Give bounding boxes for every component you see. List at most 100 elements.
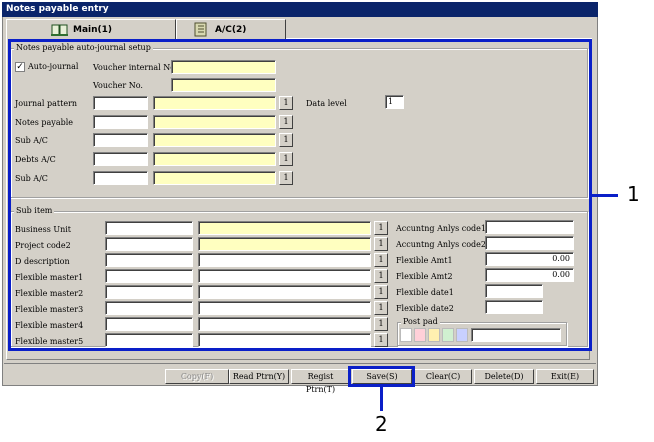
- flexible-master5-code-field[interactable]: [105, 333, 193, 347]
- journal-setup-title: Notes payable auto-journal setup: [14, 43, 153, 52]
- clear-button[interactable]: Clear(C): [414, 369, 472, 384]
- flexible-master1-name-field[interactable]: [198, 269, 371, 283]
- business-unit-code-field[interactable]: [105, 221, 193, 235]
- flexible-master5-name-field[interactable]: [198, 333, 371, 347]
- data-level-label: Data level: [306, 99, 347, 108]
- sub-ac-2-name-field[interactable]: [153, 171, 276, 185]
- flexible-master4-label: Flexible master4: [15, 321, 84, 330]
- project-code2-label: Project code2: [15, 241, 71, 250]
- flexible-master3-name-field[interactable]: [198, 301, 371, 315]
- notes-payable-name-field[interactable]: [153, 115, 276, 129]
- accounting-analysis-code2-label: Accuntng Anlys code2: [396, 240, 486, 249]
- post-pad-title: Post pad: [401, 317, 440, 326]
- project-code2-lookup-button[interactable]: 1: [374, 237, 388, 251]
- post-pad-color-swatch[interactable]: [456, 328, 468, 342]
- window-title: Notes payable entry: [2, 2, 598, 17]
- debts-ac-lookup-button[interactable]: 1: [279, 152, 293, 166]
- notes-payable-code-field[interactable]: [93, 115, 148, 129]
- delete-button[interactable]: Delete(D): [474, 369, 534, 384]
- sub-ac-2-lookup-button[interactable]: 1: [279, 171, 293, 185]
- register-pattern-button[interactable]: Regist Ptrn(T): [291, 369, 350, 394]
- d-description-label: D description: [15, 257, 70, 266]
- tab-ac-label: A/C(2): [215, 25, 247, 35]
- flexible-master3-lookup-button[interactable]: 1: [374, 301, 388, 315]
- post-pad-color-swatch[interactable]: [442, 328, 454, 342]
- flexible-date1-field[interactable]: [485, 284, 543, 298]
- business-unit-lookup-button[interactable]: 1: [374, 221, 388, 235]
- post-pad-color-swatch[interactable]: [414, 328, 426, 342]
- flexible-master4-lookup-button[interactable]: 1: [374, 317, 388, 331]
- sub-item-title: Sub item: [14, 206, 55, 215]
- flexible-master2-name-field[interactable]: [198, 285, 371, 299]
- data-level-field[interactable]: 1: [385, 95, 404, 109]
- sub-ac-1-lookup-button[interactable]: 1: [279, 133, 293, 147]
- flexible-date1-label: Flexible date1: [396, 288, 454, 297]
- flexible-master5-lookup-button[interactable]: 1: [374, 333, 388, 347]
- save-button[interactable]: Save(S): [352, 369, 412, 384]
- flexible-master1-label: Flexible master1: [15, 273, 84, 282]
- auto-journal-label: Auto-journal: [28, 62, 79, 71]
- book-open-icon: [51, 24, 68, 36]
- post-pad-color-swatch[interactable]: [400, 328, 412, 342]
- voucher-no-label: Voucher No.: [93, 81, 143, 90]
- sub-ac-1-label: Sub A/C: [15, 136, 48, 145]
- debts-ac-name-field[interactable]: [153, 152, 276, 166]
- copy-button[interactable]: Copy(F): [165, 369, 229, 384]
- flexible-master1-code-field[interactable]: [105, 269, 193, 283]
- sub-ac-2-label: Sub A/C: [15, 174, 48, 183]
- flexible-master2-code-field[interactable]: [105, 285, 193, 299]
- post-pad-color-swatch[interactable]: [428, 328, 440, 342]
- journal-pattern-label: Journal pattern: [15, 99, 78, 108]
- flexible-amt1-label: Flexible Amt1: [396, 256, 453, 265]
- voucher-internal-field[interactable]: [171, 60, 276, 74]
- ledger-book-icon: [194, 22, 207, 37]
- tab-ac[interactable]: A/C(2): [176, 19, 286, 39]
- notes-payable-label: Notes payable: [15, 118, 74, 127]
- debts-ac-code-field[interactable]: [93, 152, 148, 166]
- business-unit-name-field[interactable]: [198, 221, 371, 235]
- flexible-master5-label: Flexible master5: [15, 337, 84, 346]
- notes-payable-lookup-button[interactable]: 1: [279, 115, 293, 129]
- journal-pattern-name-field[interactable]: [153, 96, 276, 110]
- auto-journal-checkbox[interactable]: ✓: [15, 62, 25, 72]
- post-pad-text-field[interactable]: [471, 328, 561, 342]
- tab-main[interactable]: Main(1): [6, 19, 176, 41]
- exit-button[interactable]: Exit(E): [536, 369, 594, 384]
- callout-leader-1: [592, 194, 618, 197]
- sub-ac-1-name-field[interactable]: [153, 133, 276, 147]
- flexible-amt2-label: Flexible Amt2: [396, 272, 453, 281]
- flexible-master2-lookup-button[interactable]: 1: [374, 285, 388, 299]
- callout-leader-2: [380, 387, 383, 411]
- voucher-internal-label: Voucher internal No.: [93, 63, 178, 72]
- journal-pattern-lookup-button[interactable]: 1: [279, 96, 293, 110]
- sub-ac-1-code-field[interactable]: [93, 133, 148, 147]
- accounting-analysis-code1-field[interactable]: [485, 220, 574, 234]
- flexible-date2-label: Flexible date2: [396, 304, 454, 313]
- flexible-date2-field[interactable]: [485, 300, 543, 314]
- flexible-master4-code-field[interactable]: [105, 317, 193, 331]
- voucher-no-field[interactable]: [171, 78, 276, 92]
- journal-pattern-code-field[interactable]: [93, 96, 148, 110]
- button-bar-separator: [4, 363, 596, 364]
- d-description-code-field[interactable]: [105, 253, 193, 267]
- d-description-lookup-button[interactable]: 1: [374, 253, 388, 267]
- flexible-amt2-field[interactable]: 0.00: [485, 268, 574, 282]
- project-code2-name-field[interactable]: [198, 237, 371, 251]
- accounting-analysis-code1-label: Accuntng Anlys code1: [396, 224, 486, 233]
- accounting-analysis-code2-field[interactable]: [485, 236, 574, 250]
- read-pattern-button[interactable]: Read Ptrn(Y): [229, 369, 289, 384]
- flexible-master1-lookup-button[interactable]: 1: [374, 269, 388, 283]
- business-unit-label: Business Unit: [15, 225, 72, 234]
- flexible-master3-label: Flexible master3: [15, 305, 84, 314]
- tab-strip-line: [286, 38, 592, 39]
- project-code2-code-field[interactable]: [105, 237, 193, 251]
- flexible-master4-name-field[interactable]: [198, 317, 371, 331]
- tab-main-label: Main(1): [73, 25, 113, 35]
- debts-ac-label: Debts A/C: [15, 155, 56, 164]
- sub-ac-2-code-field[interactable]: [93, 171, 148, 185]
- callout-number-1: 1: [627, 182, 640, 206]
- callout-number-2: 2: [375, 412, 388, 436]
- d-description-name-field[interactable]: [198, 253, 371, 267]
- flexible-master3-code-field[interactable]: [105, 301, 193, 315]
- flexible-amt1-field[interactable]: 0.00: [485, 252, 574, 266]
